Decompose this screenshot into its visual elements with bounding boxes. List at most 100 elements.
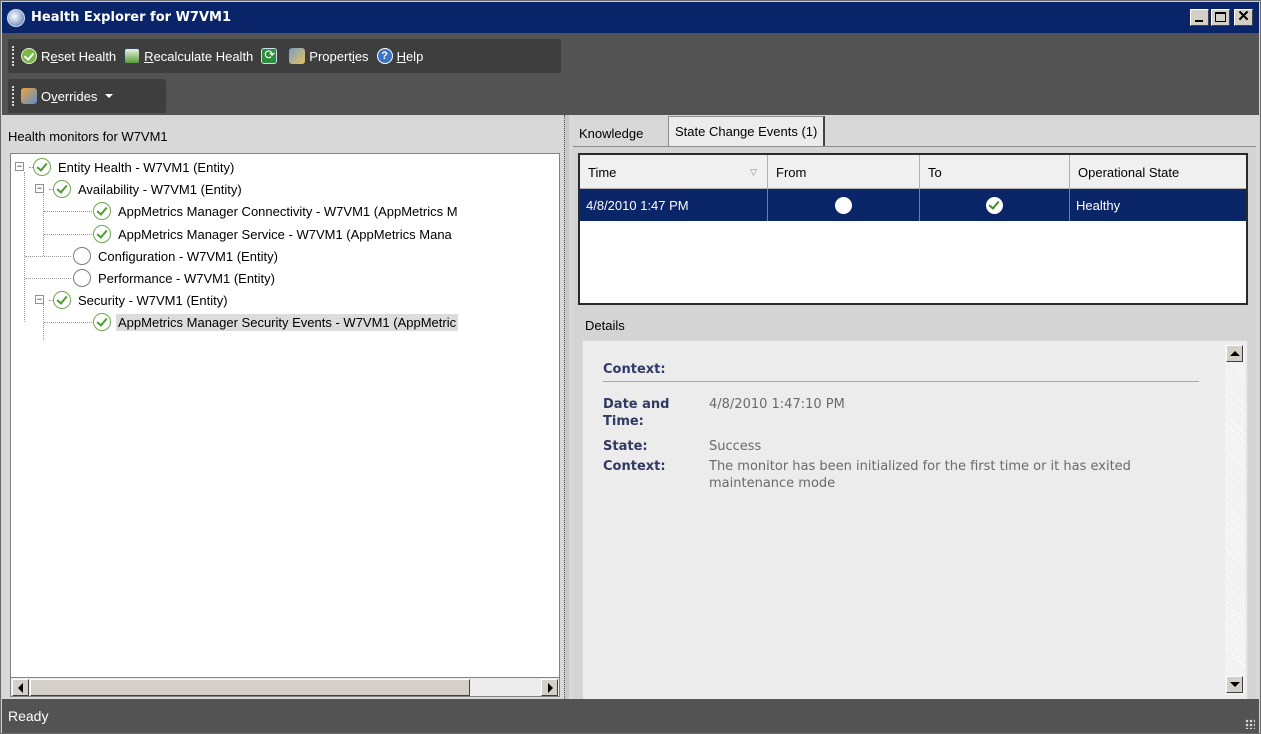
tree-node-label: Configuration - W7VM1 (Entity) — [98, 248, 278, 264]
tree-node-configuration[interactable]: Configuration - W7VM1 (Entity) — [73, 245, 280, 267]
healthy-check-icon — [986, 196, 1003, 214]
scroll-right-button[interactable] — [541, 679, 558, 696]
cell-from — [768, 189, 920, 221]
main-toolbar: Reset Health Recalculate Health Properti… — [8, 39, 561, 73]
toolbar-area: Reset Health Recalculate Health Properti… — [2, 33, 1259, 115]
close-button[interactable]: ✕ — [1234, 8, 1253, 26]
sort-icon: ▽ — [750, 167, 757, 177]
field-key-state: State: — [603, 439, 648, 454]
properties-icon — [289, 48, 306, 64]
column-header-operational-state[interactable]: Operational State — [1070, 155, 1246, 189]
context-heading: Context: — [603, 362, 666, 377]
help-label: Help — [396, 48, 424, 64]
title-bar[interactable]: Health Explorer for W7VM1 ✕ — [2, 2, 1259, 33]
tab-state-change-events[interactable]: State Change Events (1) — [668, 116, 826, 146]
tree-node-label: Security - W7VM1 (Entity) — [78, 292, 228, 308]
tree-node-label: Performance - W7VM1 (Entity) — [98, 270, 275, 286]
scroll-up-button[interactable] — [1226, 345, 1243, 362]
field-key-date-time: Date and Time: — [603, 397, 670, 429]
column-header-label: Operational State — [1078, 164, 1180, 180]
healthy-check-icon — [53, 180, 71, 198]
tree-node-performance[interactable]: Performance - W7VM1 (Entity) — [73, 267, 277, 289]
scrollbar-thumb[interactable] — [30, 679, 470, 696]
arrow-down-icon — [1230, 682, 1240, 687]
arrow-left-icon — [18, 683, 23, 693]
column-header-label: To — [928, 164, 942, 180]
collapse-icon[interactable]: − — [15, 162, 24, 171]
help-button[interactable]: ? Help — [376, 48, 424, 64]
tree-node-security[interactable]: − Security - W7VM1 (Entity) — [35, 289, 230, 311]
tree-node-label: Availability - W7VM1 (Entity) — [78, 181, 242, 197]
column-header-to[interactable]: To — [920, 155, 1070, 189]
minimize-icon — [1195, 20, 1203, 22]
maximize-icon — [1215, 12, 1226, 22]
overrides-label: Overrides — [41, 88, 98, 104]
status-bar: Ready — [2, 699, 1259, 733]
arrow-up-icon — [1230, 351, 1240, 356]
properties-button[interactable]: Properties — [289, 48, 369, 64]
recalculate-health-label: Recalculate Health — [144, 48, 254, 64]
grid-header: Time ▽ From To Operational State — [580, 155, 1246, 189]
minimize-button[interactable] — [1190, 9, 1209, 26]
overrides-toolbar: Overrides — [8, 79, 166, 113]
empty-state-icon — [73, 247, 91, 265]
check-icon — [21, 48, 37, 64]
horizontal-scrollbar[interactable] — [10, 677, 560, 697]
reset-health-button[interactable]: Reset Health — [21, 48, 116, 64]
column-header-from[interactable]: From — [768, 155, 920, 189]
tree-node-connectivity[interactable]: AppMetrics Manager Connectivity - W7VM1 … — [93, 200, 460, 222]
tree-node-label: Entity Health - W7VM1 (Entity) — [58, 159, 235, 175]
health-monitor-tree[interactable]: − Entity Health - W7VM1 (Entity) − Avail… — [10, 153, 560, 697]
scroll-left-button[interactable] — [12, 679, 29, 696]
tree-node-security-events[interactable]: AppMetrics Manager Security Events - W7V… — [93, 311, 459, 333]
column-header-label: Time — [588, 164, 617, 180]
context-divider — [603, 381, 1199, 382]
refresh-icon — [261, 47, 278, 64]
healthy-check-icon — [93, 202, 111, 220]
tree-node-label: AppMetrics Manager Service - W7VM1 (AppM… — [118, 226, 452, 242]
details-panel: Knowledge State Change Events (1) Time ▽… — [569, 115, 1259, 700]
toolbar-grip[interactable] — [12, 86, 15, 106]
close-icon: ✕ — [1237, 8, 1250, 25]
recalculate-health-button[interactable]: Recalculate Health — [124, 48, 253, 64]
tree-node-availability[interactable]: − Availability - W7VM1 (Entity) — [35, 178, 244, 200]
status-text: Ready — [8, 708, 49, 724]
vertical-scrollbar[interactable] — [1225, 345, 1245, 695]
help-icon: ? — [376, 48, 393, 64]
reset-health-label: Reset Health — [41, 48, 117, 64]
overrides-dropdown-button[interactable]: Overrides — [21, 88, 114, 104]
tree-node-manager-service[interactable]: AppMetrics Manager Service - W7VM1 (AppM… — [93, 223, 454, 245]
state-change-events-grid[interactable]: Time ▽ From To Operational State 4/8/201… — [578, 153, 1248, 305]
field-value-context: The monitor has been initialized for the… — [709, 459, 1131, 491]
empty-state-icon — [73, 269, 91, 287]
panel-header: Health monitors for W7VM1 — [8, 129, 168, 144]
health-explorer-app-icon — [7, 8, 25, 27]
healthy-check-icon — [53, 291, 71, 309]
field-value-date-time: 4/8/2010 1:47:10 PM — [709, 397, 845, 412]
tab-knowledge[interactable]: Knowledge — [573, 119, 649, 147]
health-monitors-panel: Health monitors for W7VM1 − Entity Healt… — [2, 115, 564, 699]
tree-node-label: AppMetrics Manager Security Events - W7V… — [116, 313, 459, 331]
maximize-button[interactable] — [1211, 9, 1230, 26]
tree-node-label: AppMetrics Manager Connectivity - W7VM1 … — [118, 203, 458, 219]
tree-node-entity-health[interactable]: − Entity Health - W7VM1 (Entity) — [15, 156, 236, 178]
chart-icon — [124, 48, 141, 64]
window-title: Health Explorer for W7VM1 — [31, 10, 231, 25]
refresh-button[interactable] — [261, 47, 281, 64]
tab-content: Time ▽ From To Operational State 4/8/201… — [573, 146, 1256, 700]
details-view[interactable]: Context: Date and Time: 4/8/2010 1:47:10… — [582, 340, 1248, 700]
healthy-check-icon — [93, 313, 111, 331]
scroll-down-button[interactable] — [1226, 676, 1243, 693]
collapse-icon[interactable]: − — [35, 184, 44, 193]
cell-operational-state: Healthy — [1076, 197, 1121, 213]
overrides-icon — [21, 88, 37, 104]
collapse-icon[interactable]: − — [35, 295, 44, 304]
resize-grip-icon[interactable] — [1245, 719, 1255, 729]
column-header-time[interactable]: Time ▽ — [580, 155, 768, 189]
table-row[interactable]: 4/8/2010 1:47 PM Healthy — [580, 189, 1246, 221]
field-value-state: Success — [709, 439, 762, 454]
toolbar-grip[interactable] — [12, 46, 15, 66]
arrow-right-icon — [548, 683, 553, 693]
healthy-check-icon — [93, 225, 111, 243]
window-controls: ✕ — [1190, 8, 1253, 26]
